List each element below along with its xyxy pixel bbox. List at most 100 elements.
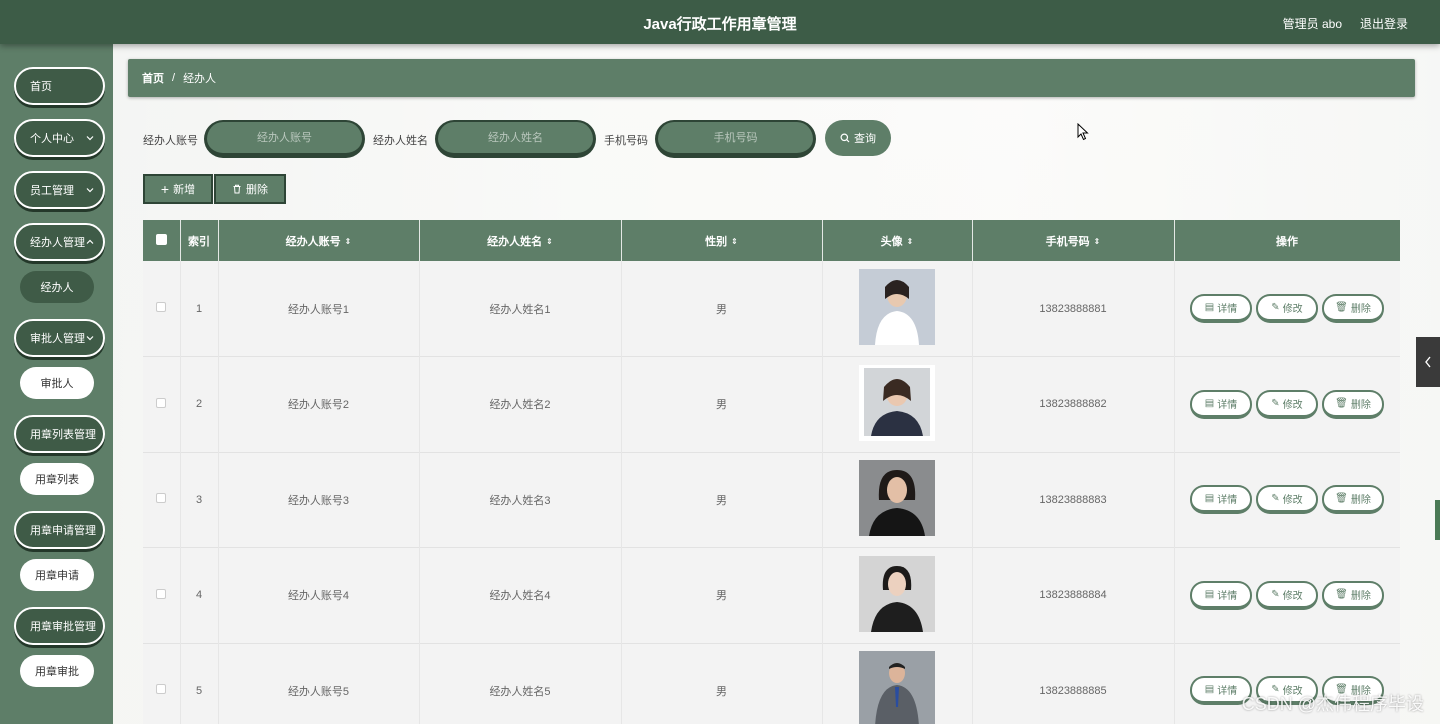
cell-phone: 13823888884 [972, 547, 1175, 643]
sidebar-item-seal-approve-mgmt[interactable]: 用章审批管理 [14, 607, 105, 645]
avatar [859, 555, 935, 632]
sidebar-item-personal-center[interactable]: 个人中心 [14, 119, 105, 157]
row-checkbox[interactable] [156, 588, 167, 599]
sidebar-item-label: 用章列表管理 [30, 429, 96, 441]
sidebar-subitem-handler[interactable]: 经办人 [20, 271, 94, 303]
edit-icon: ✎ [1271, 397, 1280, 409]
chevron-down-icon [86, 188, 94, 193]
cell-gender: 男 [621, 261, 823, 357]
plus-icon: + [160, 181, 170, 197]
sidebar-item-handler-mgmt[interactable]: 经办人管理 [14, 223, 105, 261]
detail-icon: ▤ [1204, 684, 1215, 696]
search-icon [840, 133, 850, 143]
sidebar-subitem-seal-approve[interactable]: 用章审批 [20, 655, 94, 687]
avatar [859, 651, 935, 724]
table-row: 3 经办人账号3 经办人姓名3 男 13823888883 ▤ 详情 ✎ 修改 🗑 删除 [143, 452, 1400, 548]
account-search-input[interactable] [204, 120, 365, 158]
detail-icon: ▤ [1204, 493, 1215, 505]
cell-gender: 男 [621, 356, 823, 452]
watermark: CSDN @杰伟程序毕设 [1241, 694, 1424, 714]
cell-index: 1 [180, 261, 219, 357]
sidebar-item-label: 经办人管理 [30, 237, 85, 249]
sort-icon[interactable]: ⇕ [731, 237, 738, 246]
detail-button[interactable]: ▤ 详情 [1190, 485, 1252, 515]
cell-phone: 13823888883 [972, 452, 1175, 548]
sidebar-subitem-approver[interactable]: 审批人 [20, 367, 94, 399]
detail-button[interactable]: ▤ 详情 [1190, 389, 1252, 419]
row-checkbox[interactable] [156, 302, 167, 312]
select-all-cell[interactable] [143, 220, 181, 261]
edit-button[interactable]: ✎ 修改 [1256, 389, 1318, 419]
cell-actions: ▤ 详情 ✎ 修改 🗑 删除 [1174, 261, 1400, 357]
query-label: 查询 [854, 133, 876, 145]
chevron-down-icon [86, 336, 94, 341]
edit-button[interactable]: ✎ 修改 [1256, 294, 1318, 323]
edit-icon: ✎ [1271, 302, 1280, 313]
trash-icon: 🗑 [1335, 588, 1348, 600]
sidebar-item-seal-apply-mgmt[interactable]: 用章申请管理 [14, 511, 105, 549]
row-checkbox[interactable] [156, 397, 167, 408]
row-checkbox[interactable] [156, 684, 167, 695]
batch-delete-button[interactable]: 删除 [214, 174, 286, 204]
sort-icon[interactable]: ⇕ [345, 237, 352, 246]
detail-button[interactable]: ▤ 详情 [1190, 580, 1252, 610]
breadcrumb-home[interactable]: 首页 [142, 70, 164, 86]
add-label: 新增 [173, 184, 196, 196]
table-row: 5 经办人账号5 经办人姓名5 男 13823888885 ▤ 详情 ✎ 修改 🗑 删除 [143, 643, 1400, 724]
user-label: 管理员 abo [1282, 17, 1342, 31]
sort-icon[interactable]: ⇕ [907, 237, 914, 246]
edit-button[interactable]: ✎ 修改 [1256, 485, 1318, 515]
avatar [859, 364, 935, 441]
phone-search-input[interactable] [655, 120, 816, 158]
delete-button[interactable]: 🗑 删除 [1322, 294, 1384, 323]
sidebar-item-approver-mgmt[interactable]: 审批人管理 [14, 319, 105, 357]
sort-icon[interactable]: ⇕ [1094, 237, 1101, 246]
logout-link[interactable]: 退出登录 [1360, 15, 1408, 32]
side-panel-toggle[interactable] [1416, 337, 1440, 387]
detail-icon: ▤ [1204, 397, 1215, 409]
sidebar-item-label: 用章审批管理 [30, 621, 96, 633]
cell-index: 2 [180, 356, 219, 452]
select-all-checkbox[interactable] [155, 233, 167, 245]
delete-button[interactable]: 🗑 删除 [1322, 389, 1384, 419]
detail-button[interactable]: ▤ 详情 [1190, 294, 1252, 323]
header-phone[interactable]: 手机号码 ⇕ [972, 220, 1175, 261]
row-checkbox[interactable] [156, 493, 167, 504]
header-account[interactable]: 经办人账号 ⇕ [218, 220, 420, 261]
header-avatar[interactable]: 头像 ⇕ [822, 220, 973, 261]
query-button[interactable]: 查询 [825, 120, 891, 156]
header-index: 索引 [180, 220, 219, 261]
sidebar-item-label: 员工管理 [30, 185, 74, 197]
sidebar-item-home[interactable]: 首页 [14, 67, 105, 105]
header-gender[interactable]: 性别 ⇕ [621, 220, 823, 261]
cell-actions: ▤ 详情 ✎ 修改 🗑 删除 [1174, 356, 1400, 452]
sort-icon[interactable]: ⇕ [546, 237, 553, 246]
cell-name: 经办人姓名1 [419, 261, 622, 357]
name-search-input[interactable] [435, 120, 596, 158]
sidebar-item-seal-list-mgmt[interactable]: 用章列表管理 [14, 415, 105, 453]
sidebar-subitem-seal-list[interactable]: 用章列表 [20, 463, 94, 495]
table-row: 1 经办人账号1 经办人姓名1 男 13823888881 ▤ 详情 ✎ 修改 🗑 删除 [143, 261, 1400, 357]
sidebar-item-label: 首页 [30, 81, 52, 93]
cell-index: 4 [180, 547, 219, 643]
table-header-row: 索引 经办人账号 ⇕ 经办人姓名 ⇕ 性别 ⇕ 头像 ⇕ 手机号码 ⇕ 操作 [143, 220, 1400, 261]
delete-button[interactable]: 🗑 删除 [1322, 485, 1384, 515]
cell-account: 经办人账号2 [218, 356, 420, 452]
header-name[interactable]: 经办人姓名 ⇕ [419, 220, 622, 261]
trash-icon: 🗑 [1335, 493, 1348, 505]
scrollbar[interactable] [1435, 500, 1440, 540]
sidebar-item-staff[interactable]: 员工管理 [14, 171, 105, 209]
delete-button[interactable]: 🗑 删除 [1322, 580, 1384, 610]
edit-icon: ✎ [1271, 588, 1280, 600]
cell-phone: 13823888881 [972, 261, 1175, 357]
sidebar-subitem-seal-apply[interactable]: 用章申请 [20, 559, 94, 591]
cell-account: 经办人账号3 [218, 452, 420, 548]
mouse-cursor-icon [1077, 123, 1089, 141]
trash-icon: 🗑 [1335, 397, 1348, 409]
edit-icon: ✎ [1271, 493, 1280, 505]
sidebar-item-label: 个人中心 [30, 133, 74, 145]
edit-button[interactable]: ✎ 修改 [1256, 580, 1318, 610]
cell-name: 经办人姓名2 [419, 356, 622, 452]
chevron-up-icon [86, 239, 94, 244]
add-button[interactable]: + 新增 [143, 174, 213, 204]
